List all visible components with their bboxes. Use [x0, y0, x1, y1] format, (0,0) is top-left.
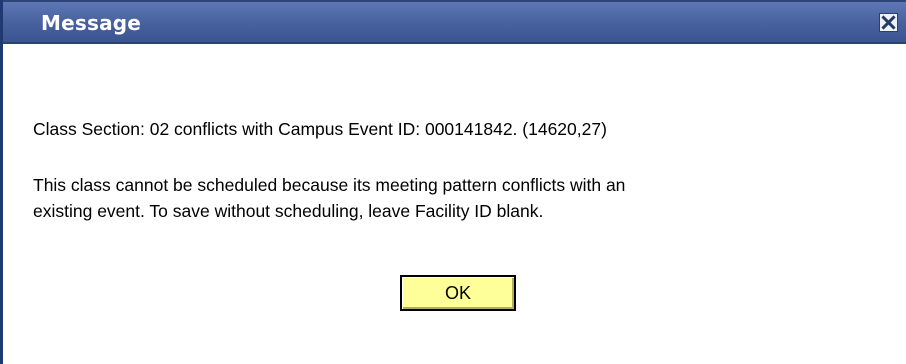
ok-button[interactable]: OK: [400, 275, 516, 311]
message-line-1: Class Section: 02 conflicts with Campus …: [33, 119, 607, 139]
message-dialog: Message Class Section: 02 conflicts with…: [0, 0, 906, 364]
close-button[interactable]: [879, 13, 898, 32]
message-line-2: This class cannot be scheduled because i…: [33, 175, 626, 195]
dialog-titlebar[interactable]: Message: [3, 0, 906, 44]
close-x-icon: [881, 15, 896, 30]
message-line-3: existing event. To save without scheduli…: [33, 201, 544, 221]
dialog-title: Message: [41, 11, 142, 35]
